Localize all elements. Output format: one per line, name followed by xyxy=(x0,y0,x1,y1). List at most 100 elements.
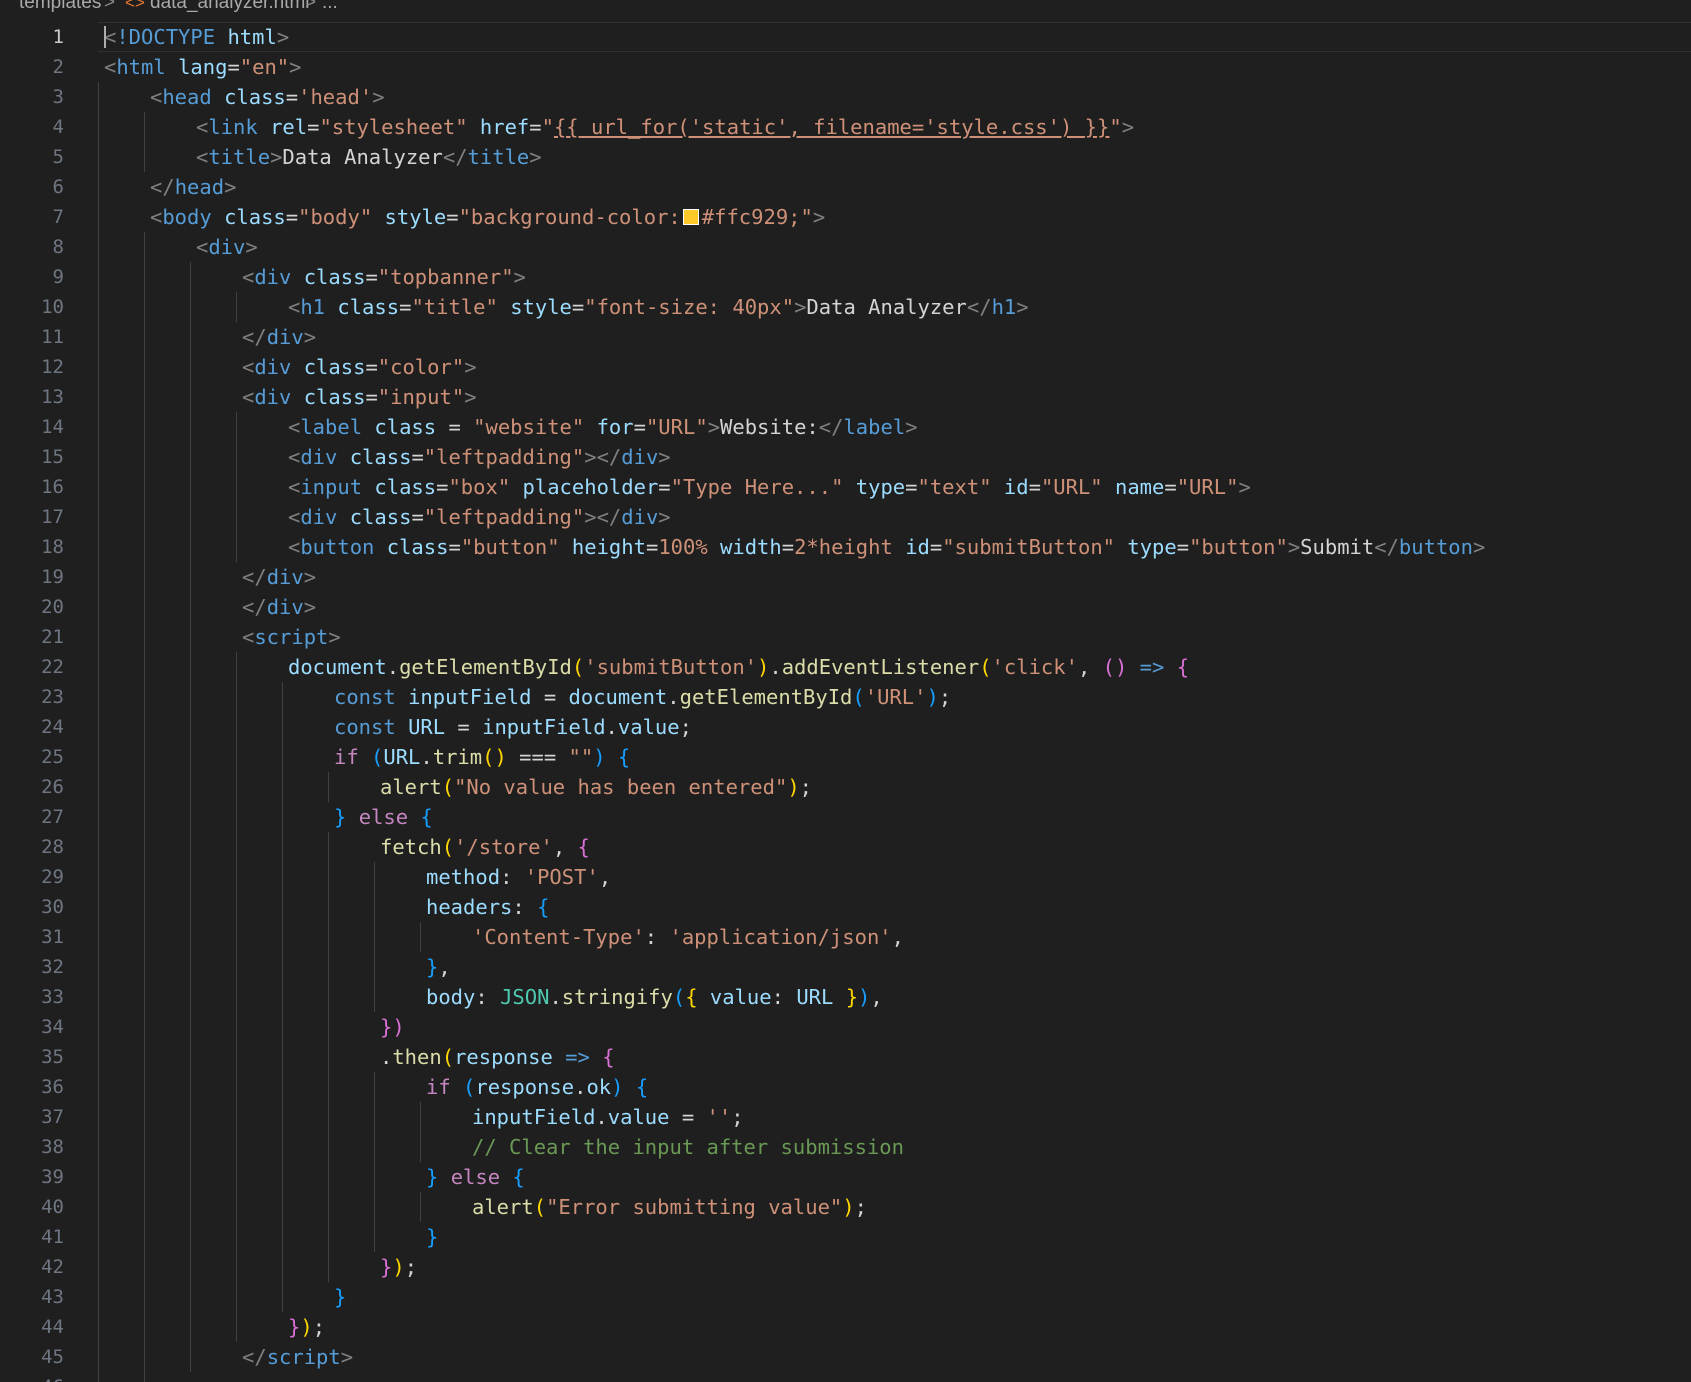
code-line[interactable]: 43} xyxy=(0,1282,1691,1312)
code-line[interactable]: 23 const inputField = document.getElement… xyxy=(0,682,1691,712)
code-line[interactable]: 5 <title>Data Analyzer</title> xyxy=(0,142,1691,172)
code-line[interactable]: 36 if (response.ok) { xyxy=(0,1072,1691,1102)
indent-guide xyxy=(374,922,375,952)
code-line[interactable]: 42}); xyxy=(0,1252,1691,1282)
code-token: ; xyxy=(731,1105,744,1129)
breadcrumb-file[interactable]: data_analyzer.html xyxy=(150,0,310,12)
code-token: #ffc929;" xyxy=(701,205,813,229)
code-line[interactable]: 27} else { xyxy=(0,802,1691,832)
code-token: height xyxy=(571,535,646,559)
code-token: { xyxy=(602,1045,615,1069)
code-editor[interactable]: templates > <> data_analyzer.html > ... … xyxy=(0,0,1691,1382)
code-token: document xyxy=(288,655,387,679)
code-area[interactable]: 1 <!DOCTYPE html> 2 <html lang="en"> 3 <head … xyxy=(0,22,1691,1382)
code-token: = xyxy=(365,385,378,409)
code-token: { xyxy=(537,895,550,919)
code-line[interactable]: 4 <link rel="stylesheet" href="{{ url_for… xyxy=(0,112,1691,142)
indent-guide xyxy=(144,1042,145,1072)
code-line[interactable]: 28 fetch('/store', { xyxy=(0,832,1691,862)
code-line[interactable]: 26 alert("No value has been entered"); xyxy=(0,772,1691,802)
code-token: ; xyxy=(679,715,692,739)
indent-guide xyxy=(190,1012,191,1042)
code-line[interactable]: 46 xyxy=(0,1372,1691,1382)
code-line[interactable]: 6 </head> xyxy=(0,172,1691,202)
code-token: "button" xyxy=(1189,535,1288,559)
code-line[interactable]: 37 inputField.value = ''; xyxy=(0,1102,1691,1132)
code-token: < xyxy=(242,265,255,289)
code-line[interactable]: 15 <div class="leftpadding"></div> xyxy=(0,442,1691,472)
indent-guide xyxy=(144,322,145,352)
code-line[interactable]: 10 <h1 class="title" style="font-size: 40… xyxy=(0,292,1691,322)
code-token: 'submitButton' xyxy=(584,655,758,679)
code-line[interactable]: 11 </div> xyxy=(0,322,1691,352)
code-token: } xyxy=(334,1285,347,1309)
code-line[interactable]: 45 </script> xyxy=(0,1342,1691,1372)
line-number: 20 xyxy=(41,596,64,618)
code-token: title xyxy=(208,145,271,169)
code-line[interactable]: 32}, xyxy=(0,952,1691,982)
code-line[interactable]: 34}) xyxy=(0,1012,1691,1042)
indent-guide xyxy=(374,1162,375,1192)
code-line[interactable]: 3 <head class='head'> xyxy=(0,82,1691,112)
indent-guide xyxy=(282,832,283,862)
code-line[interactable]: 22 document.getElementById('submitButton'… xyxy=(0,652,1691,682)
indent-guide xyxy=(420,922,421,952)
code-line[interactable]: 39} else { xyxy=(0,1162,1691,1192)
code-line[interactable]: 19 </div> xyxy=(0,562,1691,592)
code-line[interactable]: 35 .then(response => { xyxy=(0,1042,1691,1072)
code-token: </ xyxy=(966,295,992,319)
code-line[interactable]: 2 <html lang="en"> xyxy=(0,52,1691,82)
code-line[interactable]: 14 <label class = "website" for="URL">Web… xyxy=(0,412,1691,442)
code-token: "URL" xyxy=(1176,475,1239,499)
code-token: { xyxy=(577,835,590,859)
line-content: fetch('/store', { xyxy=(380,832,1691,862)
code-line[interactable]: 29 method: 'POST', xyxy=(0,862,1691,892)
code-line[interactable]: 40 alert("Error submitting value"); xyxy=(0,1192,1691,1222)
code-line[interactable]: 13 <div class="input"> xyxy=(0,382,1691,412)
code-line[interactable]: 20 </div> xyxy=(0,592,1691,622)
code-line[interactable]: 30 headers: { xyxy=(0,892,1691,922)
code-token: = xyxy=(436,475,449,499)
indent-guide xyxy=(236,802,237,832)
code-line[interactable]: 24 const URL = inputField.value; xyxy=(0,712,1691,742)
code-line[interactable]: 41} xyxy=(0,1222,1691,1252)
indent-guide xyxy=(98,172,99,202)
code-line[interactable]: 1 <!DOCTYPE html> xyxy=(0,22,1691,52)
code-token: "leftpadding" xyxy=(423,445,585,469)
code-line[interactable]: 12 <div class="color"> xyxy=(0,352,1691,382)
code-line[interactable]: 17 <div class="leftpadding"></div> xyxy=(0,502,1691,532)
code-token: . xyxy=(605,715,618,739)
code-line[interactable]: 38 // Clear the input after submission xyxy=(0,1132,1691,1162)
indent-guide xyxy=(282,1162,283,1192)
breadcrumb-folder[interactable]: templates xyxy=(19,0,101,12)
code-line[interactable]: 33 body: JSON.stringify({ value: URL }), xyxy=(0,982,1691,1012)
code-line[interactable]: 18 <button class="button" height=100% wid… xyxy=(0,532,1691,562)
code-token: { xyxy=(685,985,698,1009)
code-line[interactable]: 44}); xyxy=(0,1312,1691,1342)
line-content: body: JSON.stringify({ value: URL }), xyxy=(426,982,1691,1012)
line-content: document.getElementById('submitButton').… xyxy=(288,652,1691,682)
indent-guide xyxy=(144,982,145,1012)
line-content: method: 'POST', xyxy=(426,862,1691,892)
code-token: = xyxy=(411,445,424,469)
code-line[interactable]: 7 <body class="body" style="background-co… xyxy=(0,202,1691,232)
line-content: <link rel="stylesheet" href="{{ url_for(… xyxy=(196,112,1691,142)
code-line[interactable]: 25 if (URL.trim() === "") { xyxy=(0,742,1691,772)
code-token: !DOCTYPE xyxy=(116,25,216,49)
code-line[interactable]: 21 <script> xyxy=(0,622,1691,652)
line-content: <body class="body" style="background-col… xyxy=(150,202,1691,232)
indent-guide xyxy=(144,1282,145,1312)
code-token: div xyxy=(254,355,292,379)
code-line[interactable]: 31 'Content-Type': 'application/json', xyxy=(0,922,1691,952)
code-token: > xyxy=(303,565,317,589)
code-line[interactable]: 16 <input class="box" placeholder="Type H… xyxy=(0,472,1691,502)
code-line[interactable]: 9 <div class="topbanner"> xyxy=(0,262,1691,292)
breadcrumb-more[interactable]: ... xyxy=(322,0,338,12)
indent-guide xyxy=(98,562,99,592)
indent-guide xyxy=(282,1102,283,1132)
code-token: < xyxy=(288,445,301,469)
code-line[interactable]: 8 <div> xyxy=(0,232,1691,262)
